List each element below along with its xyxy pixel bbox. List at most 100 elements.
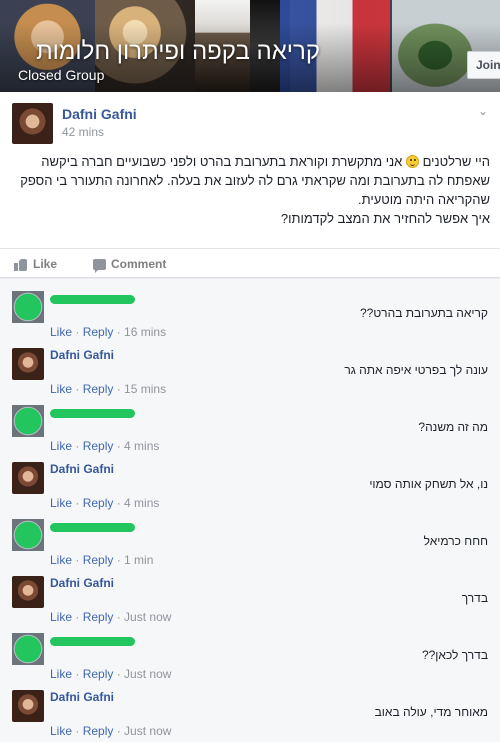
meta-separator: · (113, 382, 125, 396)
join-group-button[interactable]: Join (467, 51, 500, 79)
comment-meta: Like · Reply · 4 mins (50, 496, 159, 510)
comment-item: בדרך לכאן?? Like · Reply · Just now (0, 625, 500, 682)
meta-separator: · (72, 382, 83, 396)
comment-text: מאוחר מדי, עולה באוב (374, 705, 488, 719)
comment-like-link[interactable]: Like (50, 553, 72, 567)
post-timestamp[interactable]: 42 mins (62, 125, 104, 139)
comment-item: Dafni Gafni מאוחר מדי, עולה באוב Like · Re… (0, 682, 500, 739)
comment-meta: Like · Reply · 16 mins (50, 325, 166, 339)
comment-like-link[interactable]: Like (50, 325, 72, 339)
comment-author-name[interactable]: Dafni Gafni (50, 690, 114, 704)
comment-timestamp[interactable]: Just now (124, 724, 171, 738)
comment-text: מה זה משנה? (418, 420, 488, 434)
comment-reply-link[interactable]: Reply (83, 382, 114, 396)
comment-meta: Like · Reply · Just now (50, 610, 171, 624)
meta-separator: · (113, 724, 125, 738)
comment-like-link[interactable]: Like (50, 610, 72, 624)
post-line: שהקריאה היתה מוטעית. (358, 192, 490, 207)
comments-list: קריאה בתערובת בהרט?? Like · Reply · 16 mi… (0, 279, 500, 742)
group-privacy-label: Closed Group (18, 67, 105, 83)
comment-reply-link[interactable]: Reply (83, 610, 114, 624)
comment-author-avatar[interactable] (12, 690, 44, 722)
comment-meta: Like · Reply · Just now (50, 667, 171, 681)
comment-reply-link[interactable]: Reply (83, 496, 114, 510)
comment-text: נו, אל תשחק אותה סמוי (369, 477, 488, 491)
thumbs-up-icon (14, 258, 28, 271)
group-title[interactable]: קריאה בקפה ופיתרון חלומות (36, 38, 320, 66)
comment-author-name[interactable]: Dafni Gafni (50, 348, 114, 362)
meta-separator: · (72, 553, 83, 567)
redacted-avatar[interactable] (12, 519, 44, 551)
redacted-avatar[interactable] (12, 291, 44, 323)
post-text: היי שרלטנים (422, 154, 490, 169)
post-actions-bar: Like Comment (0, 248, 500, 278)
comment-text: בדרך (461, 591, 488, 605)
post-comment-button[interactable]: Comment (93, 257, 167, 273)
comment-meta: Like · Reply · 1 min (50, 553, 153, 567)
comment-timestamp[interactable]: 15 mins (124, 382, 166, 396)
redacted-author-name[interactable] (50, 523, 135, 532)
comment-label: Comment (111, 257, 167, 271)
redacted-avatar[interactable] (12, 405, 44, 437)
comment-like-link[interactable]: Like (50, 724, 72, 738)
post-line: היי שרלטנים אני מתקשרת וקוראת בתערובת בה… (12, 152, 490, 171)
comment-text: עונה לך בפרטי איפה אתה גר (344, 363, 488, 377)
comment-reply-link[interactable]: Reply (83, 667, 114, 681)
meta-separator: · (72, 496, 83, 510)
meta-separator: · (113, 667, 125, 681)
comment-reply-link[interactable]: Reply (83, 325, 114, 339)
comment-text: חחח כרמיאל (423, 534, 488, 548)
meta-separator: · (72, 724, 83, 738)
post-line: שאפתח לה בתערובת ומה שקראתי גרם לה לעזוב… (20, 173, 490, 188)
comment-author-avatar[interactable] (12, 348, 44, 380)
comment-text: קריאה בתערובת בהרט?? (360, 306, 488, 320)
post-like-button[interactable]: Like (14, 257, 57, 271)
redacted-author-name[interactable] (50, 409, 135, 418)
meta-separator: · (72, 667, 83, 681)
meta-separator: · (113, 496, 125, 510)
post-card: Dafni Gafni 42 mins ⌄ היי שרלטנים אני מת… (0, 92, 500, 278)
post-author-avatar[interactable] (12, 103, 53, 144)
comment-text: בדרך לכאן?? (421, 648, 488, 662)
comment-meta: Like · Reply · 15 mins (50, 382, 166, 396)
comment-item: Dafni Gafni בדרך Like · Reply · Just now (0, 568, 500, 625)
comment-timestamp[interactable]: 4 mins (124, 496, 159, 510)
meta-separator: · (113, 610, 125, 624)
redacted-avatar[interactable] (12, 633, 44, 665)
comment-author-avatar[interactable] (12, 462, 44, 494)
comment-timestamp[interactable]: 16 mins (124, 325, 166, 339)
meta-separator: · (113, 553, 125, 567)
meta-separator: · (72, 439, 83, 453)
post-line: איך אפשר להחזיר את המצב לקדמותו? (280, 211, 490, 226)
comment-item: קריאה בתערובת בהרט?? Like · Reply · 16 mi… (0, 283, 500, 340)
redacted-author-name[interactable] (50, 637, 135, 646)
post-author-name[interactable]: Dafni Gafni (62, 106, 137, 122)
comment-like-link[interactable]: Like (50, 382, 72, 396)
meta-separator: · (72, 610, 83, 624)
comment-like-link[interactable]: Like (50, 496, 72, 510)
comment-like-link[interactable]: Like (50, 439, 72, 453)
smiley-emoji-icon (405, 155, 419, 168)
comment-item: חחח כרמיאל Like · Reply · 1 min (0, 511, 500, 568)
comment-timestamp[interactable]: 1 min (124, 553, 153, 567)
redacted-author-name[interactable] (50, 295, 135, 304)
post-options-chevron-icon[interactable]: ⌄ (478, 104, 488, 118)
comment-author-avatar[interactable] (12, 576, 44, 608)
comment-bubble-icon (93, 258, 106, 273)
comment-item: Dafni Gafni עונה לך בפרטי איפה אתה גר Like… (0, 340, 500, 397)
post-text: אני מתקשרת וקוראת בתערובת בהרט ולפני כשב… (41, 154, 403, 169)
comment-like-link[interactable]: Like (50, 667, 72, 681)
comment-reply-link[interactable]: Reply (83, 439, 114, 453)
comment-timestamp[interactable]: 4 mins (124, 439, 159, 453)
comment-author-name[interactable]: Dafni Gafni (50, 576, 114, 590)
comment-reply-link[interactable]: Reply (83, 553, 114, 567)
comment-timestamp[interactable]: Just now (124, 667, 171, 681)
comment-item: מה זה משנה? Like · Reply · 4 mins (0, 397, 500, 454)
meta-separator: · (113, 325, 125, 339)
comment-timestamp[interactable]: Just now (124, 610, 171, 624)
comment-author-name[interactable]: Dafni Gafni (50, 462, 114, 476)
post-body: היי שרלטנים אני מתקשרת וקוראת בתערובת בה… (12, 152, 490, 228)
meta-separator: · (72, 325, 83, 339)
comment-meta: Like · Reply · Just now (50, 724, 171, 738)
comment-reply-link[interactable]: Reply (83, 724, 114, 738)
